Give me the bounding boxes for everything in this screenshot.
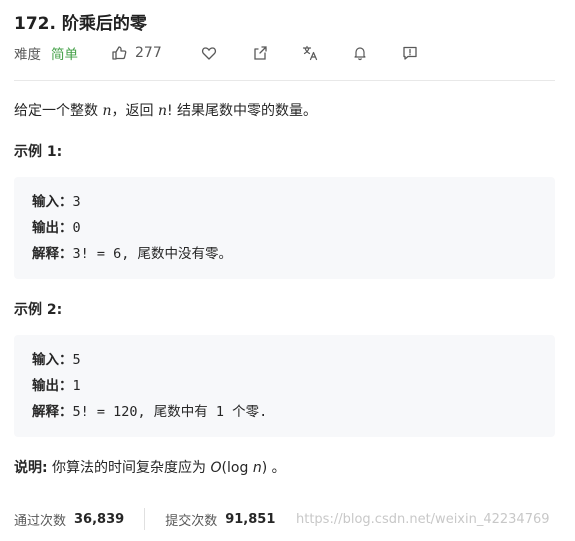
submitted-count: 91,851 xyxy=(225,511,276,527)
like-count: 277 xyxy=(135,45,162,61)
example-1-box: 输入：3 输出：0 解释：3! = 6, 尾数中没有零。 xyxy=(14,177,555,279)
example-2-input: 输入：5 xyxy=(32,352,81,368)
watermark: https://blog.csdn.net/weixin_42234769 xyxy=(296,512,550,527)
example-1-input: 输入：3 xyxy=(32,194,81,210)
example-1-output: 输出：0 xyxy=(32,220,81,236)
problem-meta-bar: 难度 简单 277 xyxy=(14,42,555,64)
accepted-label: 通过次数 xyxy=(14,513,67,529)
heart-icon[interactable] xyxy=(200,44,218,62)
stats-divider xyxy=(144,508,146,530)
example-2-output: 输出：1 xyxy=(32,378,81,394)
difficulty-badge: 简单 xyxy=(51,47,78,63)
feedback-icon[interactable] xyxy=(401,44,419,62)
bell-icon[interactable] xyxy=(351,44,369,62)
accepted-count: 36,839 xyxy=(74,511,125,527)
complexity-note: 说明: 你算法的时间复杂度应为 O(log n) 。 xyxy=(14,460,286,476)
submitted-label: 提交次数 xyxy=(165,513,218,529)
share-icon[interactable] xyxy=(251,44,269,62)
thumbs-up-icon xyxy=(110,44,128,62)
example-2-box: 输入：5 输出：1 解释：5! = 120, 尾数中有 1 个零. xyxy=(14,335,555,437)
example-2-explain: 解释：5! = 120, 尾数中有 1 个零. xyxy=(32,404,268,420)
difficulty-label: 难度 xyxy=(14,47,41,63)
header-divider xyxy=(14,80,555,81)
problem-title: 172. 阶乘后的零 xyxy=(14,14,147,34)
translate-icon[interactable] xyxy=(301,44,319,62)
example-2-heading: 示例 2: xyxy=(14,302,63,318)
example-1-heading: 示例 1: xyxy=(14,144,63,160)
example-1-explain: 解释：3! = 6, 尾数中没有零。 xyxy=(32,246,233,262)
like-button[interactable]: 277 xyxy=(110,44,162,62)
problem-page: 172. 阶乘后的零 难度 简单 277 给定一个整数 n，返回 n! 结果尾数… xyxy=(0,0,575,541)
problem-description: 给定一个整数 n，返回 n! 结果尾数中零的数量。 xyxy=(14,103,318,119)
submission-stats: 通过次数 36,839 提交次数 91,851 xyxy=(14,508,275,530)
